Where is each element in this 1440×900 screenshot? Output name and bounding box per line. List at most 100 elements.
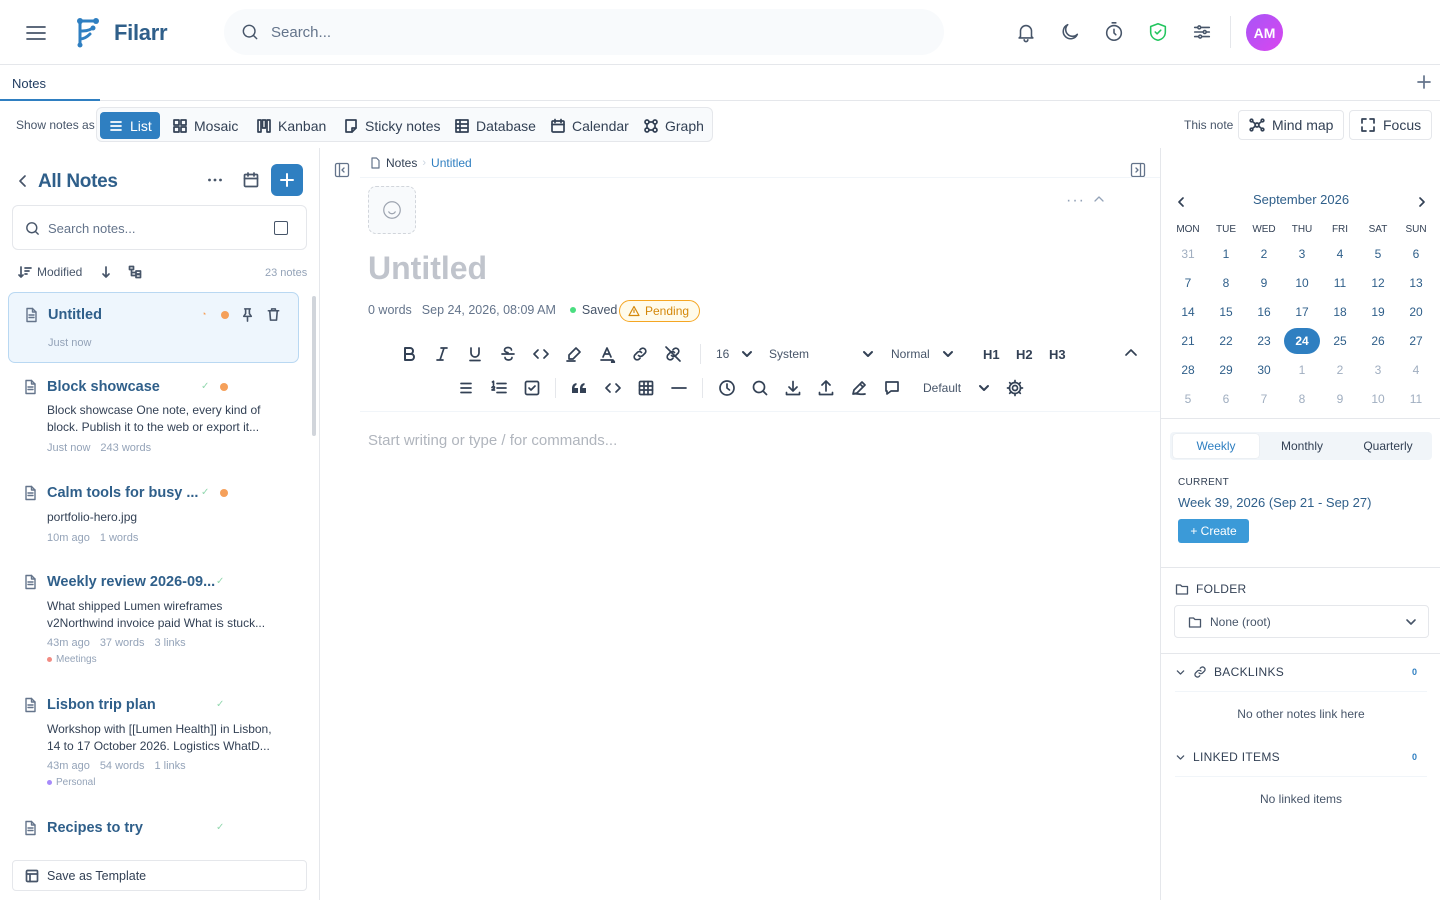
view-calendar-button[interactable]: Calendar (542, 112, 637, 139)
tab-monthly[interactable]: Monthly (1259, 434, 1345, 458)
list-item[interactable]: Recipes to try ✓ (8, 811, 299, 852)
breadcrumb-current[interactable]: Untitled (431, 156, 472, 170)
comment-icon[interactable] (883, 379, 901, 397)
tab-notes[interactable]: Notes (0, 65, 100, 101)
calendar-day[interactable]: 4 (1321, 241, 1359, 267)
sort-direction-arrow-icon[interactable] (99, 265, 113, 279)
calendar-day[interactable]: 29 (1207, 357, 1245, 383)
new-tab-plus-icon[interactable] (1416, 74, 1432, 90)
calendar-day[interactable]: 1 (1283, 357, 1321, 383)
gear-icon[interactable] (1006, 379, 1024, 397)
add-emoji-button[interactable] (368, 186, 416, 234)
calendar-day[interactable]: 1 (1207, 241, 1245, 267)
calendar-day[interactable]: 5 (1359, 241, 1397, 267)
backlinks-section-header[interactable]: BACKLINKS (1175, 665, 1284, 679)
unlink-icon[interactable] (664, 345, 682, 363)
calendar-day[interactable]: 2 (1245, 241, 1283, 267)
tag-label[interactable]: Meetings (47, 654, 97, 665)
text-color-icon[interactable] (598, 345, 616, 363)
calendar-day[interactable]: 10 (1359, 386, 1397, 412)
calendar-day[interactable]: 23 (1245, 328, 1283, 354)
calendar-day[interactable]: 6 (1397, 241, 1435, 267)
shield-check-icon[interactable] (1147, 21, 1169, 43)
calendar-day[interactable]: 3 (1359, 357, 1397, 383)
calendar-day[interactable]: 17 (1283, 299, 1321, 325)
calendar-day[interactable]: 22 (1207, 328, 1245, 354)
calendar-day[interactable]: 15 (1207, 299, 1245, 325)
view-database-button[interactable]: Database (446, 112, 544, 139)
calendar-day[interactable]: 25 (1321, 328, 1359, 354)
heading-1-button[interactable]: H1 (983, 347, 1000, 362)
calendar-day[interactable]: 9 (1321, 386, 1359, 412)
note-more-options-icon[interactable]: ··· (1066, 192, 1085, 210)
font-family-select[interactable]: System (761, 342, 879, 366)
view-graph-button[interactable]: Graph (635, 112, 712, 139)
breadcrumb-notes[interactable]: Notes (386, 156, 417, 170)
view-list-button[interactable]: List (100, 112, 160, 139)
calendar-day[interactable]: 28 (1169, 357, 1207, 383)
quote-icon[interactable] (570, 379, 588, 397)
calendar-day[interactable]: 12 (1359, 270, 1397, 296)
calendar-day[interactable]: 14 (1169, 299, 1207, 325)
list-item[interactable]: Weekly review 2026-09... ✓ What shipped … (8, 565, 299, 683)
code-block-icon[interactable] (604, 379, 622, 397)
calendar-day[interactable]: 13 (1397, 270, 1435, 296)
moon-icon[interactable] (1059, 21, 1081, 43)
share-upload-icon[interactable] (817, 379, 835, 397)
calendar-day[interactable]: 7 (1245, 386, 1283, 412)
find-search-icon[interactable] (751, 379, 769, 397)
save-as-template-button[interactable]: Save as Template (12, 860, 307, 891)
tag-label[interactable]: Personal (47, 777, 95, 788)
view-mosaic-button[interactable]: Mosaic (164, 112, 246, 139)
calendar-day[interactable]: 27 (1397, 328, 1435, 354)
new-note-button[interactable] (271, 164, 303, 196)
italic-icon[interactable] (433, 345, 451, 363)
calendar-day[interactable]: 10 (1283, 270, 1321, 296)
settings-sliders-icon[interactable] (1191, 21, 1213, 43)
inline-code-icon[interactable] (532, 345, 550, 363)
download-icon[interactable] (784, 379, 802, 397)
focus-button[interactable]: Focus (1349, 110, 1433, 140)
chevron-up-icon[interactable] (1092, 192, 1106, 206)
tab-weekly[interactable]: Weekly (1173, 434, 1259, 458)
numbered-list-icon[interactable] (490, 379, 508, 397)
strikethrough-icon[interactable] (499, 345, 517, 363)
hamburger-menu-icon[interactable] (24, 21, 48, 45)
note-title-heading[interactable]: Untitled (368, 250, 487, 287)
calendar-day[interactable]: 21 (1169, 328, 1207, 354)
link-icon[interactable] (631, 345, 649, 363)
calendar-day[interactable]: 8 (1207, 270, 1245, 296)
calendar-day[interactable]: 4 (1397, 357, 1435, 383)
more-options-icon[interactable] (206, 171, 224, 189)
global-search[interactable]: Search... (224, 9, 944, 55)
heading-2-button[interactable]: H2 (1016, 347, 1033, 362)
create-periodic-note-button[interactable]: + Create (1178, 519, 1249, 543)
back-chevron-icon[interactable] (14, 172, 32, 190)
notes-search-input[interactable]: Search notes... (12, 205, 307, 250)
view-sticky-notes-button[interactable]: Sticky notes (335, 112, 448, 139)
list-item[interactable]: Calm tools for busy ... ✓ portfolio-hero… (8, 476, 299, 560)
list-item[interactable]: Lisbon trip plan ✓ Workshop with [[Lumen… (8, 688, 299, 806)
calendar-day[interactable]: 19 (1359, 299, 1397, 325)
editor-body-placeholder[interactable]: Start writing or type / for commands... (368, 432, 617, 449)
theme-select[interactable]: Default (915, 376, 995, 400)
calendar-day[interactable]: 6 (1207, 386, 1245, 412)
highlighter-icon[interactable] (565, 345, 583, 363)
calendar-day[interactable]: 31 (1169, 241, 1207, 267)
bullet-list-icon[interactable] (457, 379, 475, 397)
list-item[interactable]: Untitled ◔ Just now (8, 292, 299, 363)
horizontal-rule-icon[interactable] (670, 379, 688, 397)
view-kanban-button[interactable]: Kanban (248, 112, 334, 139)
calendar-day[interactable]: 5 (1169, 386, 1207, 412)
heading-3-button[interactable]: H3 (1049, 347, 1066, 362)
collapse-right-panel-icon[interactable] (1130, 162, 1146, 178)
calendar-day[interactable]: 3 (1283, 241, 1321, 267)
calendar-day[interactable]: 9 (1245, 270, 1283, 296)
avatar[interactable]: AM (1246, 14, 1283, 51)
underline-icon[interactable] (466, 345, 484, 363)
calendar-day[interactable]: 16 (1245, 299, 1283, 325)
calendar-icon[interactable] (242, 171, 260, 189)
select-mode-checkbox[interactable] (274, 221, 288, 235)
collapse-left-panel-icon[interactable] (334, 162, 350, 178)
paragraph-style-select[interactable]: Normal (883, 342, 959, 366)
